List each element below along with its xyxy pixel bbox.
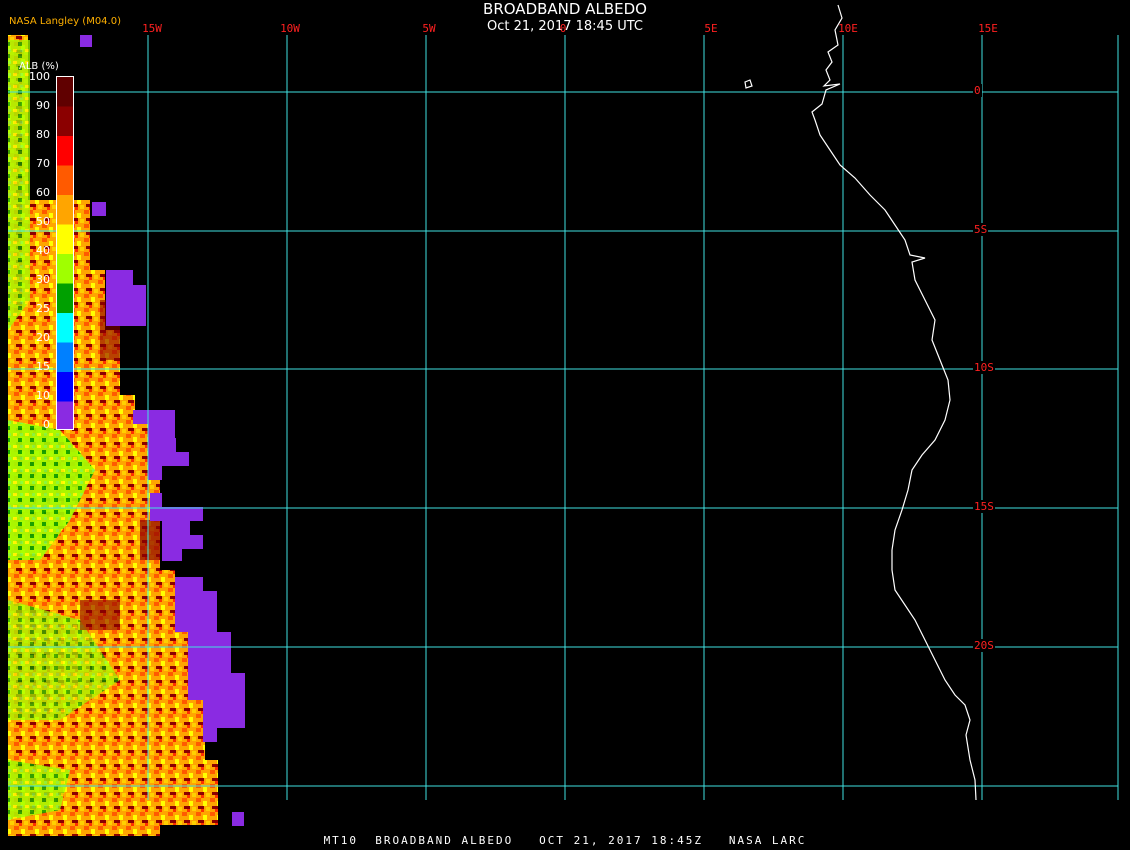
coastline <box>744 4 977 801</box>
legend-colorbar <box>56 76 74 430</box>
lat-label-5s: 5S <box>973 223 989 236</box>
lon-label-15w: 15W <box>142 22 162 35</box>
legend-tick-label: 100 <box>29 70 50 83</box>
legend-tick-label: 15 <box>36 360 50 373</box>
lat-label-20s: 20S <box>973 639 995 652</box>
legend-tick-label: 25 <box>36 302 50 315</box>
legend-tick-label: 70 <box>36 157 50 170</box>
legend-tick-label: 0 <box>43 418 50 431</box>
legend-tick-label: 30 <box>36 273 50 286</box>
cloud-field <box>8 35 218 836</box>
lon-label-10e: 10E <box>838 22 858 35</box>
lat-label-15s: 15S <box>973 500 995 513</box>
legend-tick-label: 40 <box>36 244 50 257</box>
lat-label-10s: 10S <box>973 361 995 374</box>
footer-caption: MT10 BROADBAND ALBEDO OCT 21, 2017 18:45… <box>323 834 807 847</box>
lat-label-0: 0 <box>973 84 982 97</box>
lon-label-0: 0 <box>559 22 567 35</box>
credit-label: NASA Langley (M04.0) <box>9 16 121 27</box>
lon-label-15e: 15E <box>978 22 998 35</box>
lon-label-5w: 5W <box>422 22 436 35</box>
map-title: BROADBAND ALBEDO <box>483 0 647 18</box>
albedo-map <box>8 4 1119 836</box>
lon-label-10w: 10W <box>280 22 300 35</box>
legend-tick-label: 80 <box>36 128 50 141</box>
legend-tick-label: 90 <box>36 99 50 112</box>
legend-tick-label: 50 <box>36 215 50 228</box>
legend-tick-label: 60 <box>36 186 50 199</box>
legend-tick-label: 10 <box>36 389 50 402</box>
legend-tick-label: 20 <box>36 331 50 344</box>
lon-label-5e: 5E <box>704 22 718 35</box>
